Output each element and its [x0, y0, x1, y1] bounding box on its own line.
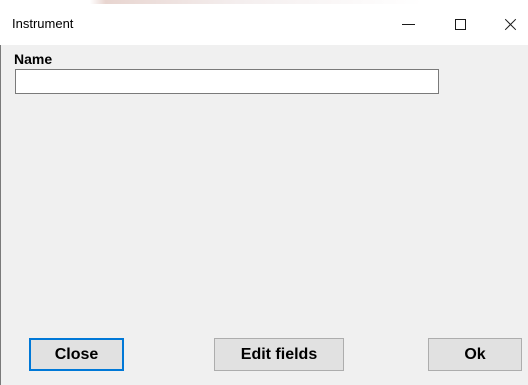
maximize-icon	[455, 19, 466, 30]
close-icon	[504, 18, 517, 31]
ok-button[interactable]: Ok	[428, 338, 522, 371]
window-close-button[interactable]	[488, 4, 528, 45]
window-title: Instrument	[12, 16, 74, 31]
edit-fields-button[interactable]: Edit fields	[214, 338, 344, 371]
maximize-button[interactable]	[438, 4, 483, 45]
name-label: Name	[14, 51, 53, 67]
name-input[interactable]	[15, 69, 439, 94]
window-left-border	[0, 45, 1, 385]
minimize-button[interactable]	[386, 4, 431, 45]
instrument-dialog: Instrument Name Close Edit fields Ok	[0, 0, 528, 385]
minimize-icon	[402, 24, 415, 25]
close-button[interactable]: Close	[29, 338, 124, 371]
title-bar[interactable]: Instrument	[0, 4, 528, 45]
